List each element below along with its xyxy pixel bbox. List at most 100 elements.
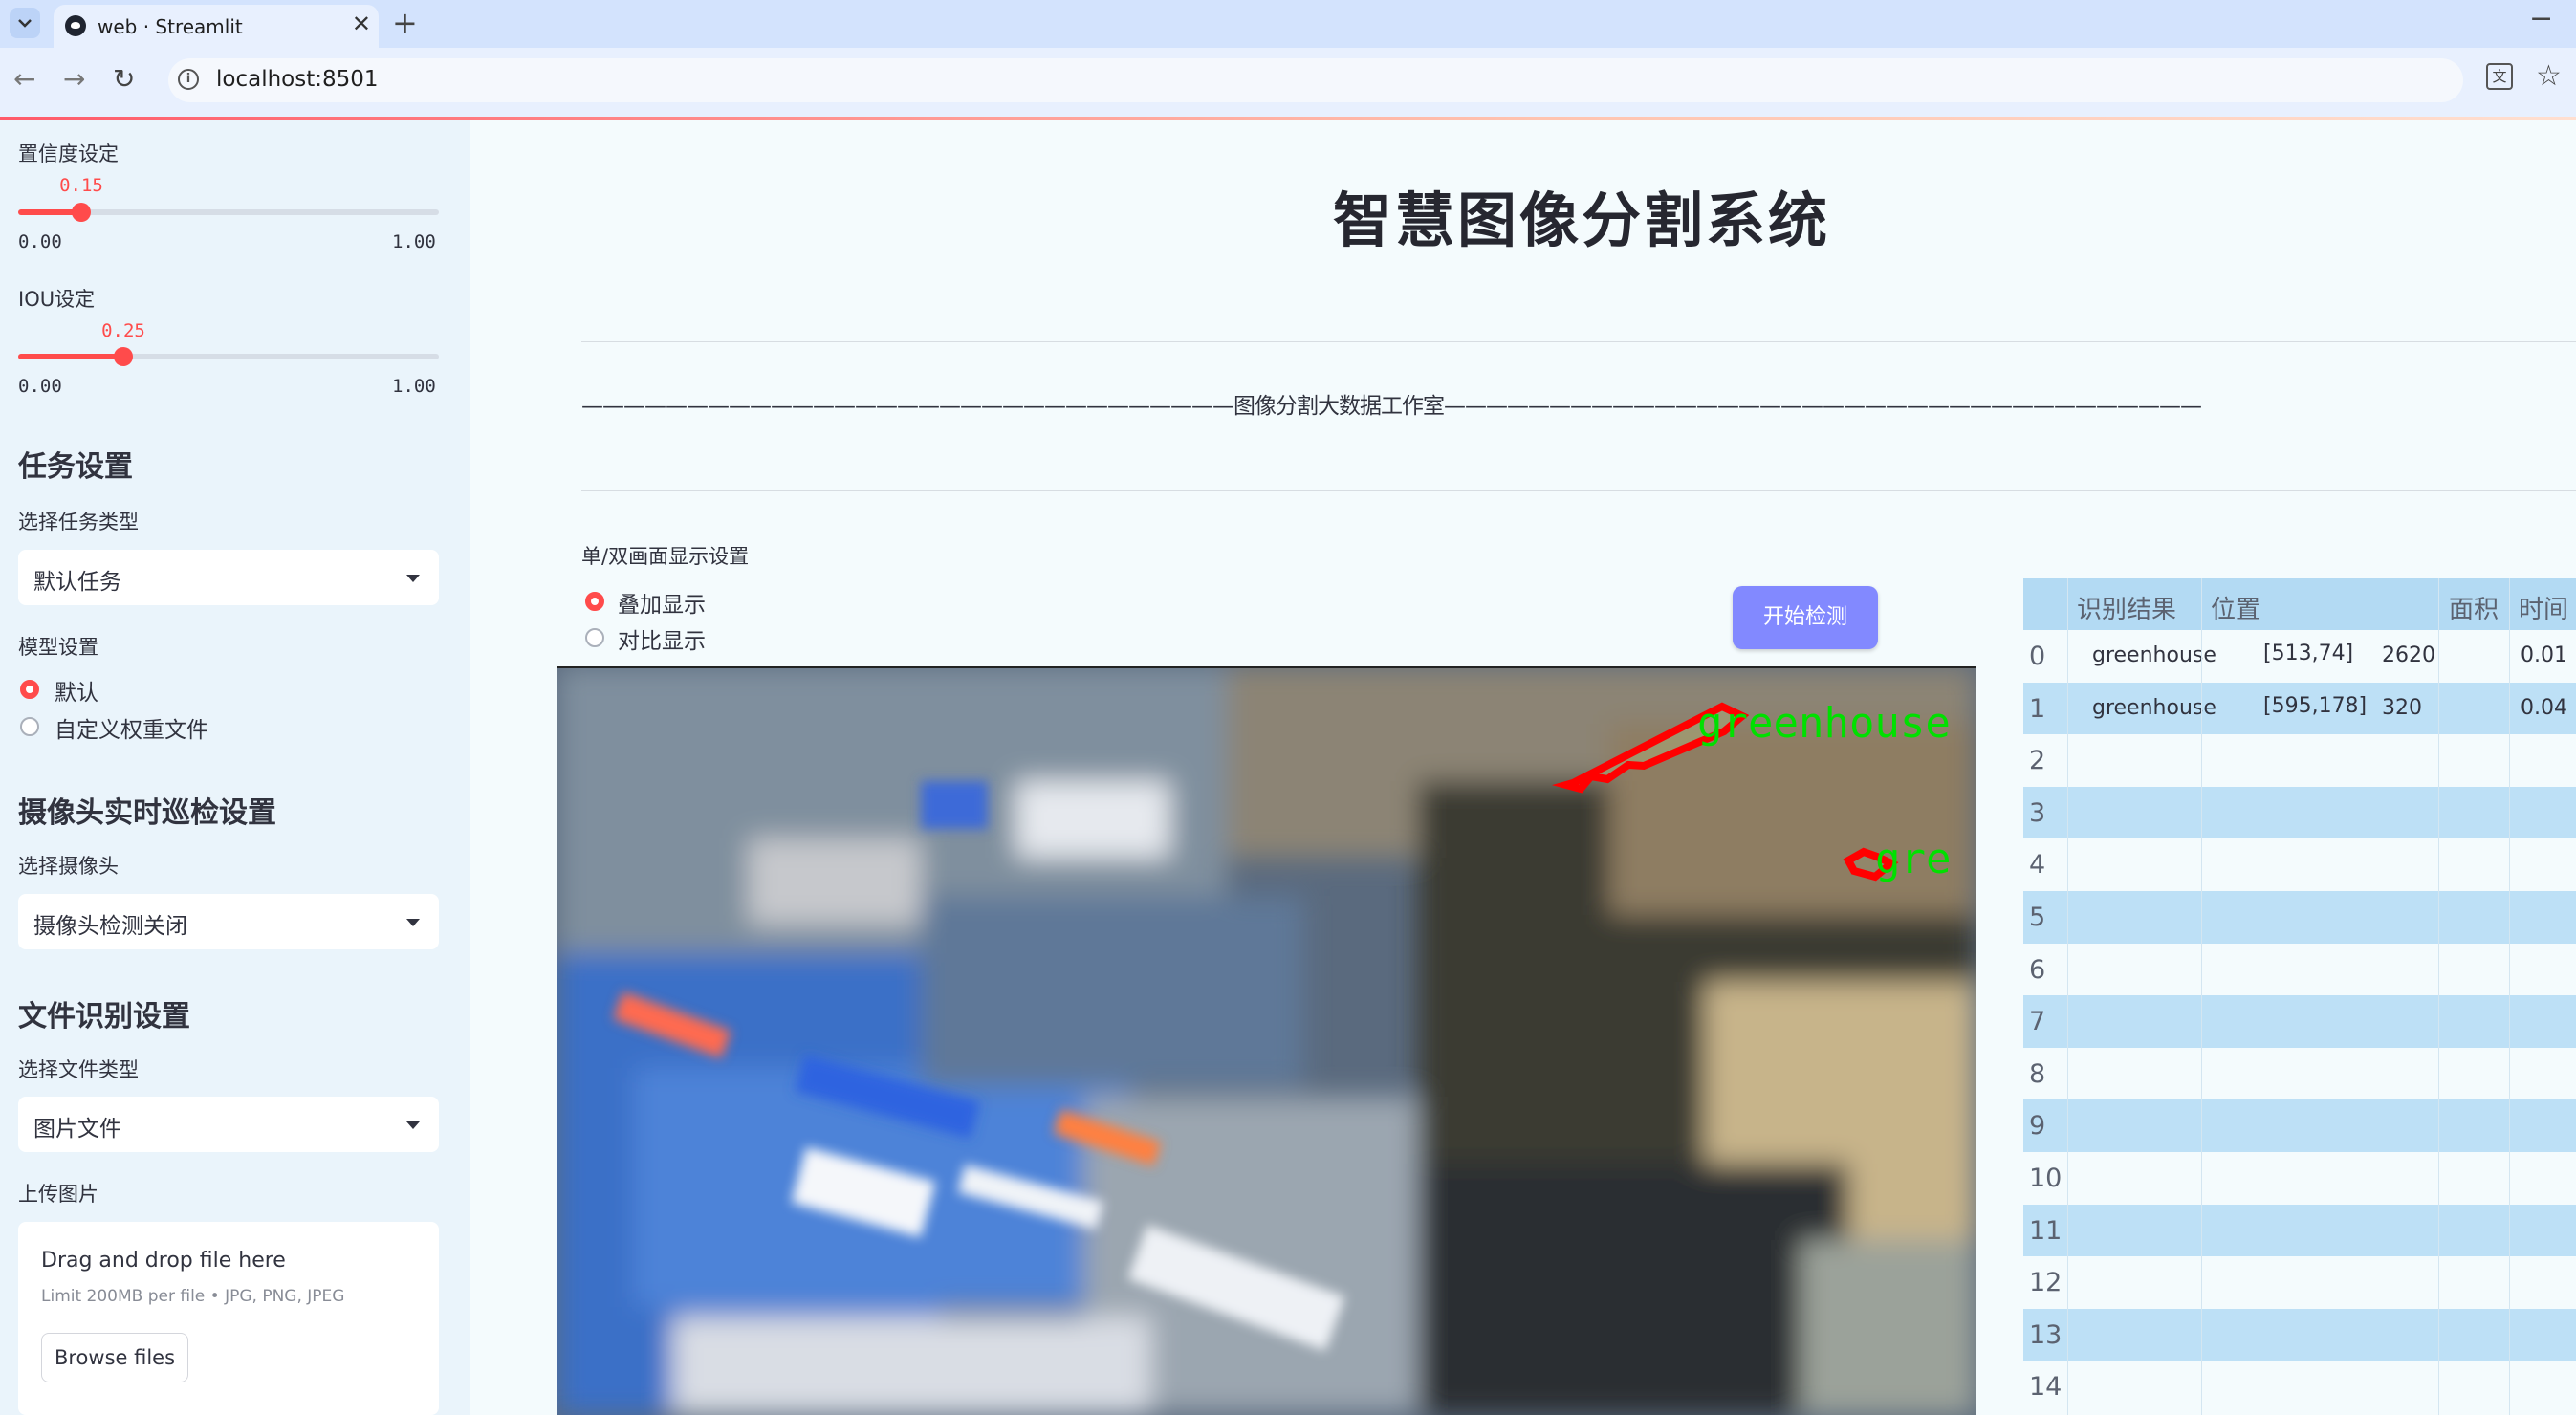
- header-area[interactable]: 面积: [2449, 590, 2499, 625]
- confidence-min: 0.00: [18, 231, 62, 252]
- browser-tab[interactable]: web · Streamlit ✕: [54, 5, 379, 48]
- confidence-value: 0.15: [59, 175, 103, 196]
- cell-result: greenhouse: [2092, 695, 2216, 720]
- table-row[interactable]: 6: [2023, 943, 2576, 996]
- camera-settings-heading: 摄像头实时巡检设置: [18, 796, 276, 830]
- browse-files-button[interactable]: Browse files: [41, 1333, 188, 1382]
- confidence-slider[interactable]: [18, 203, 439, 222]
- model-default-radio[interactable]: [20, 680, 39, 699]
- table-row[interactable]: 1 greenhouse [595,178] 320 0.04: [2023, 682, 2576, 735]
- detection-label-1: gre: [1875, 835, 1951, 883]
- header-result[interactable]: 识别结果: [2077, 590, 2176, 625]
- cell-area: 2620: [2382, 643, 2435, 667]
- url-text: localhost:8501: [216, 67, 379, 92]
- table-row[interactable]: 0 greenhouse [513,74] 2620 0.01: [2023, 630, 2576, 683]
- column-divider: [2067, 578, 2068, 1415]
- header-position[interactable]: 位置: [2211, 590, 2260, 625]
- row-index: 14: [2029, 1372, 2063, 1403]
- cell-result: greenhouse: [2092, 643, 2216, 667]
- row-index: 5: [2029, 903, 2046, 932]
- chevron-down-icon: [18, 19, 32, 28]
- iou-slider[interactable]: [18, 347, 439, 366]
- model-settings-label: 模型设置: [18, 636, 98, 659]
- tab-search-button[interactable]: [10, 8, 40, 38]
- close-tab-icon[interactable]: ✕: [352, 11, 371, 37]
- divider: [581, 341, 2576, 342]
- browser-address-bar: ← → ↻ i localhost:8501 文 ☆: [0, 48, 2576, 117]
- caret-down-icon: [406, 919, 420, 926]
- table-row[interactable]: 3: [2023, 786, 2576, 839]
- row-index: 10: [2029, 1164, 2063, 1193]
- iou-slider-fill: [18, 354, 123, 359]
- confidence-slider-thumb[interactable]: [72, 203, 91, 222]
- iou-max: 1.00: [392, 376, 436, 397]
- row-index: 9: [2029, 1111, 2046, 1142]
- column-divider: [2438, 578, 2439, 1415]
- confidence-slider-label: 置信度设定: [18, 142, 119, 165]
- table-row[interactable]: 10: [2023, 1152, 2576, 1205]
- iou-slider-label: IOU设定: [18, 288, 96, 311]
- forward-arrow-icon[interactable]: →: [63, 63, 85, 95]
- file-type-label: 选择文件类型: [18, 1058, 139, 1081]
- table-header-row: 识别结果 位置 面积 时间: [2023, 578, 2576, 630]
- header-time[interactable]: 时间: [2519, 590, 2568, 625]
- reload-icon[interactable]: ↻: [113, 63, 135, 95]
- cell-area: 320: [2382, 695, 2422, 720]
- divider: [581, 490, 2576, 491]
- table-row[interactable]: 2: [2023, 734, 2576, 787]
- results-table[interactable]: 0 greenhouse [513,74] 2620 0.01 1 greenhouse [5…: [2023, 578, 2576, 1415]
- row-index: 12: [2029, 1268, 2063, 1298]
- row-index: 8: [2029, 1058, 2046, 1089]
- table-row[interactable]: 4: [2023, 838, 2576, 891]
- task-type-label: 选择任务类型: [18, 511, 139, 533]
- bookmark-star-icon[interactable]: ☆: [2536, 59, 2562, 93]
- translate-icon[interactable]: 文: [2486, 63, 2513, 90]
- model-custom-radio[interactable]: [20, 717, 39, 736]
- iou-min: 0.00: [18, 376, 62, 397]
- row-index: 1: [2029, 693, 2046, 724]
- start-detection-button[interactable]: 开始检测: [1733, 586, 1878, 649]
- table-row[interactable]: 7: [2023, 995, 2576, 1048]
- overlay-display-label[interactable]: 叠加显示: [618, 586, 706, 619]
- compare-display-radio[interactable]: [585, 628, 604, 647]
- caret-down-icon: [406, 1121, 420, 1129]
- file-dropzone[interactable]: Drag and drop file here Limit 200MB per …: [18, 1222, 439, 1415]
- row-index: 7: [2029, 1007, 2046, 1037]
- cell-time: 0.01: [2521, 643, 2567, 667]
- upload-image-label: 上传图片: [18, 1183, 98, 1206]
- url-field[interactable]: i localhost:8501: [168, 58, 2463, 102]
- back-arrow-icon[interactable]: ←: [13, 63, 35, 95]
- minimize-window-icon[interactable]: −: [2529, 2, 2553, 35]
- column-divider: [2201, 578, 2202, 1415]
- detection-image-view: greenhouse gre: [557, 666, 1976, 1415]
- page-title: 智慧图像分割系统: [1333, 185, 1831, 255]
- cell-position: [595,178]: [2263, 693, 2368, 718]
- table-row[interactable]: 11: [2023, 1204, 2576, 1257]
- compare-display-label[interactable]: 对比显示: [618, 622, 706, 655]
- file-type-value: 图片文件: [33, 1117, 121, 1142]
- site-info-icon[interactable]: i: [178, 69, 199, 90]
- tab-title: web · Streamlit: [98, 15, 243, 38]
- table-row[interactable]: 14: [2023, 1361, 2576, 1413]
- file-type-select[interactable]: 图片文件: [18, 1097, 439, 1152]
- model-custom-label[interactable]: 自定义权重文件: [55, 711, 208, 744]
- dropzone-limit: Limit 200MB per file • JPG, PNG, JPEG: [41, 1287, 345, 1306]
- sidebar: 置信度设定 0.15 0.00 1.00 IOU设定 0.25 0.00 1.0…: [0, 120, 470, 1415]
- overlay-display-radio[interactable]: [585, 592, 604, 611]
- table-row[interactable]: 8: [2023, 1047, 2576, 1100]
- iou-slider-thumb[interactable]: [114, 347, 133, 366]
- camera-select-value: 摄像头检测关闭: [33, 914, 187, 939]
- camera-select[interactable]: 摄像头检测关闭: [18, 894, 439, 949]
- table-row[interactable]: 5: [2023, 891, 2576, 944]
- dropzone-text: Drag and drop file here: [41, 1249, 286, 1273]
- table-row[interactable]: 12: [2023, 1256, 2576, 1309]
- caret-down-icon: [406, 575, 420, 582]
- model-default-label[interactable]: 默认: [55, 674, 98, 707]
- table-row[interactable]: 13: [2023, 1308, 2576, 1361]
- task-type-select[interactable]: 默认任务: [18, 550, 439, 605]
- new-tab-icon[interactable]: +: [392, 5, 418, 41]
- cell-position: [513,74]: [2263, 642, 2354, 665]
- camera-select-label: 选择摄像头: [18, 855, 119, 878]
- table-row[interactable]: 9: [2023, 1099, 2576, 1152]
- row-index: 4: [2029, 850, 2046, 881]
